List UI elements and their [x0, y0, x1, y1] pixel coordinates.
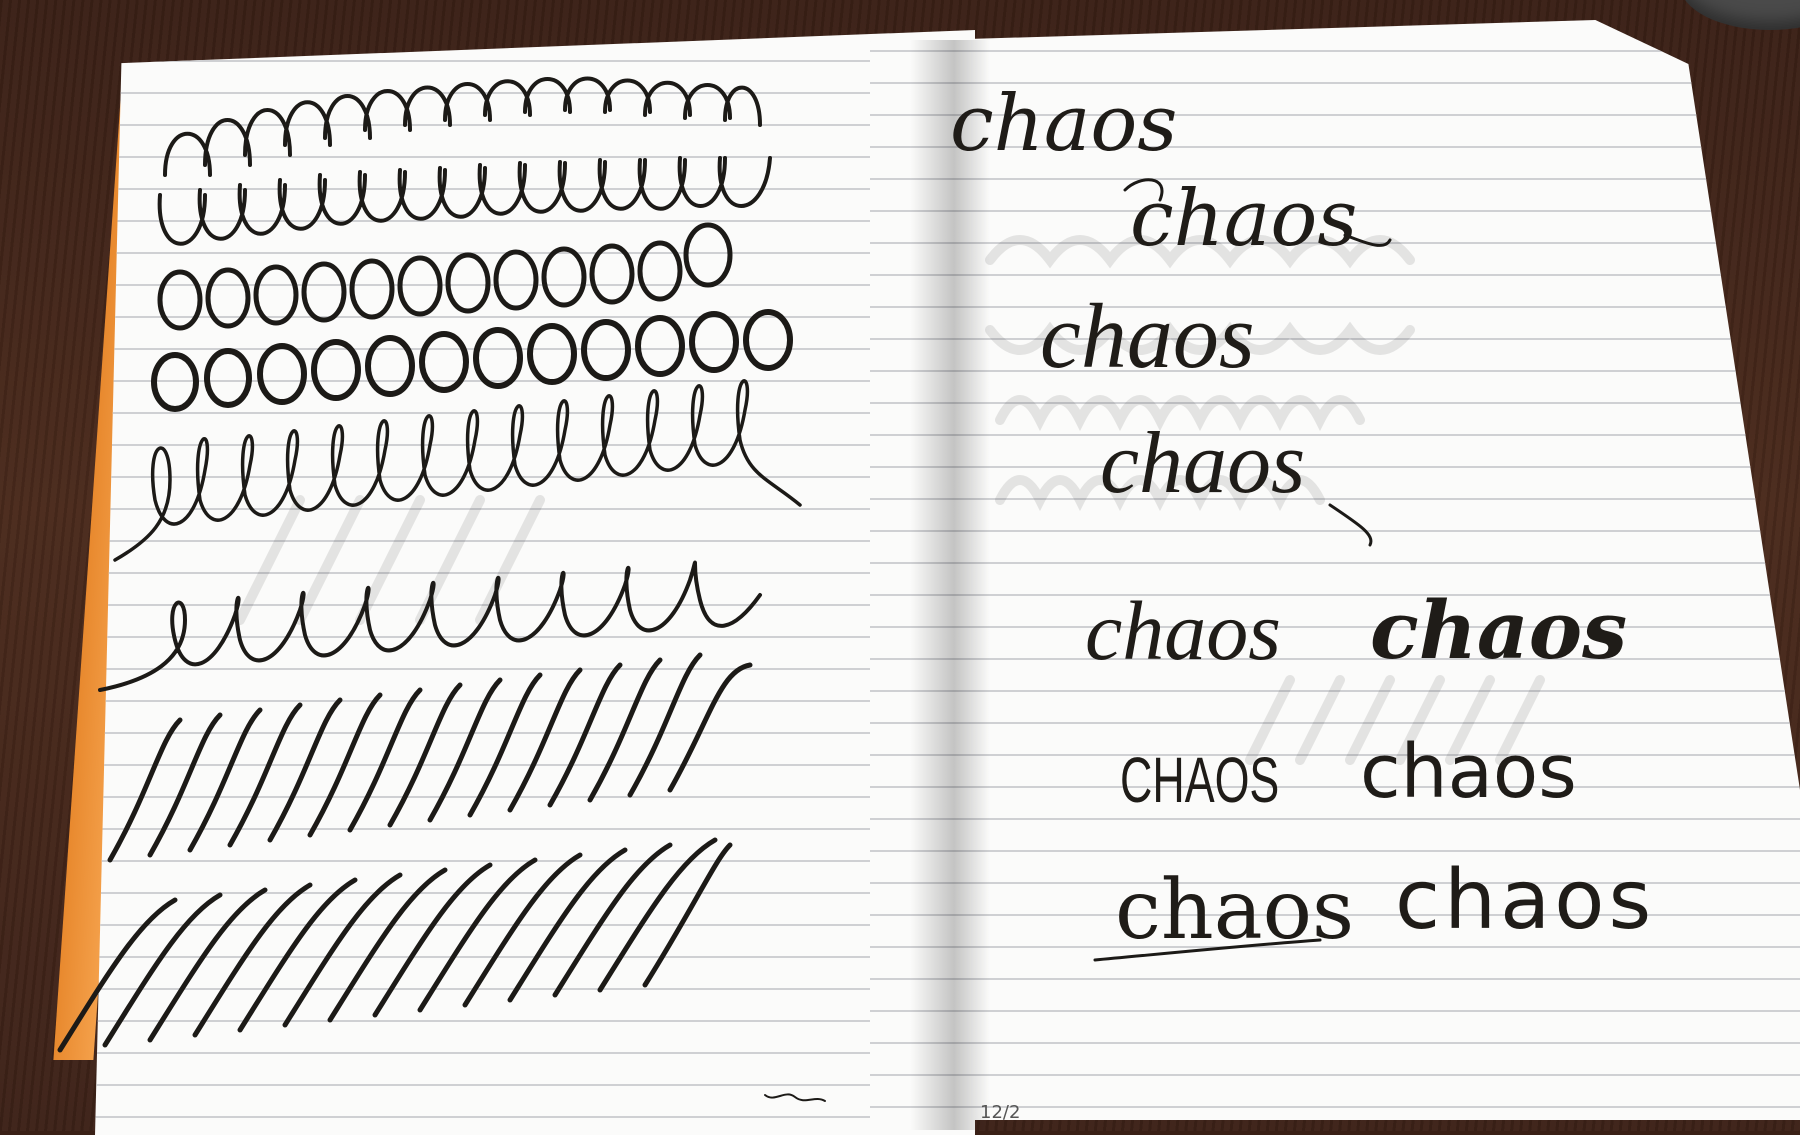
small-oval-row — [157, 222, 733, 331]
left-page-practice-strokes — [57, 76, 1545, 1102]
page-date-note: 12/2 — [980, 1102, 1021, 1123]
calligraphy-word: chaos — [1370, 583, 1628, 677]
bleed-through-strokes — [235, 235, 1545, 765]
diagonal-stroke-row-1 — [107, 652, 753, 863]
wave-stroke-row — [98, 560, 762, 692]
calligraphy-word: chaos — [1085, 585, 1281, 678]
arch-stroke-row — [163, 76, 762, 177]
calligraphy-word: CHAOS — [1120, 744, 1280, 816]
diagonal-stroke-row-2 — [57, 837, 733, 1053]
calligraphy-word: chaos — [950, 79, 1178, 169]
calligraphy-word: chaos — [1115, 863, 1355, 958]
bottom-scribble — [764, 1093, 826, 1102]
calligraphy-word: chaos — [1360, 729, 1577, 815]
u-stroke-row — [157, 156, 772, 246]
flourish-stroke — [1328, 503, 1373, 547]
loop-stroke-row — [113, 379, 802, 562]
calligraphy-word: chaos — [1395, 853, 1656, 948]
calligraphy-word: chaos — [1100, 415, 1306, 512]
calligraphy-word: chaos — [1040, 285, 1255, 387]
calligraphy-word: chaos — [1130, 174, 1358, 264]
